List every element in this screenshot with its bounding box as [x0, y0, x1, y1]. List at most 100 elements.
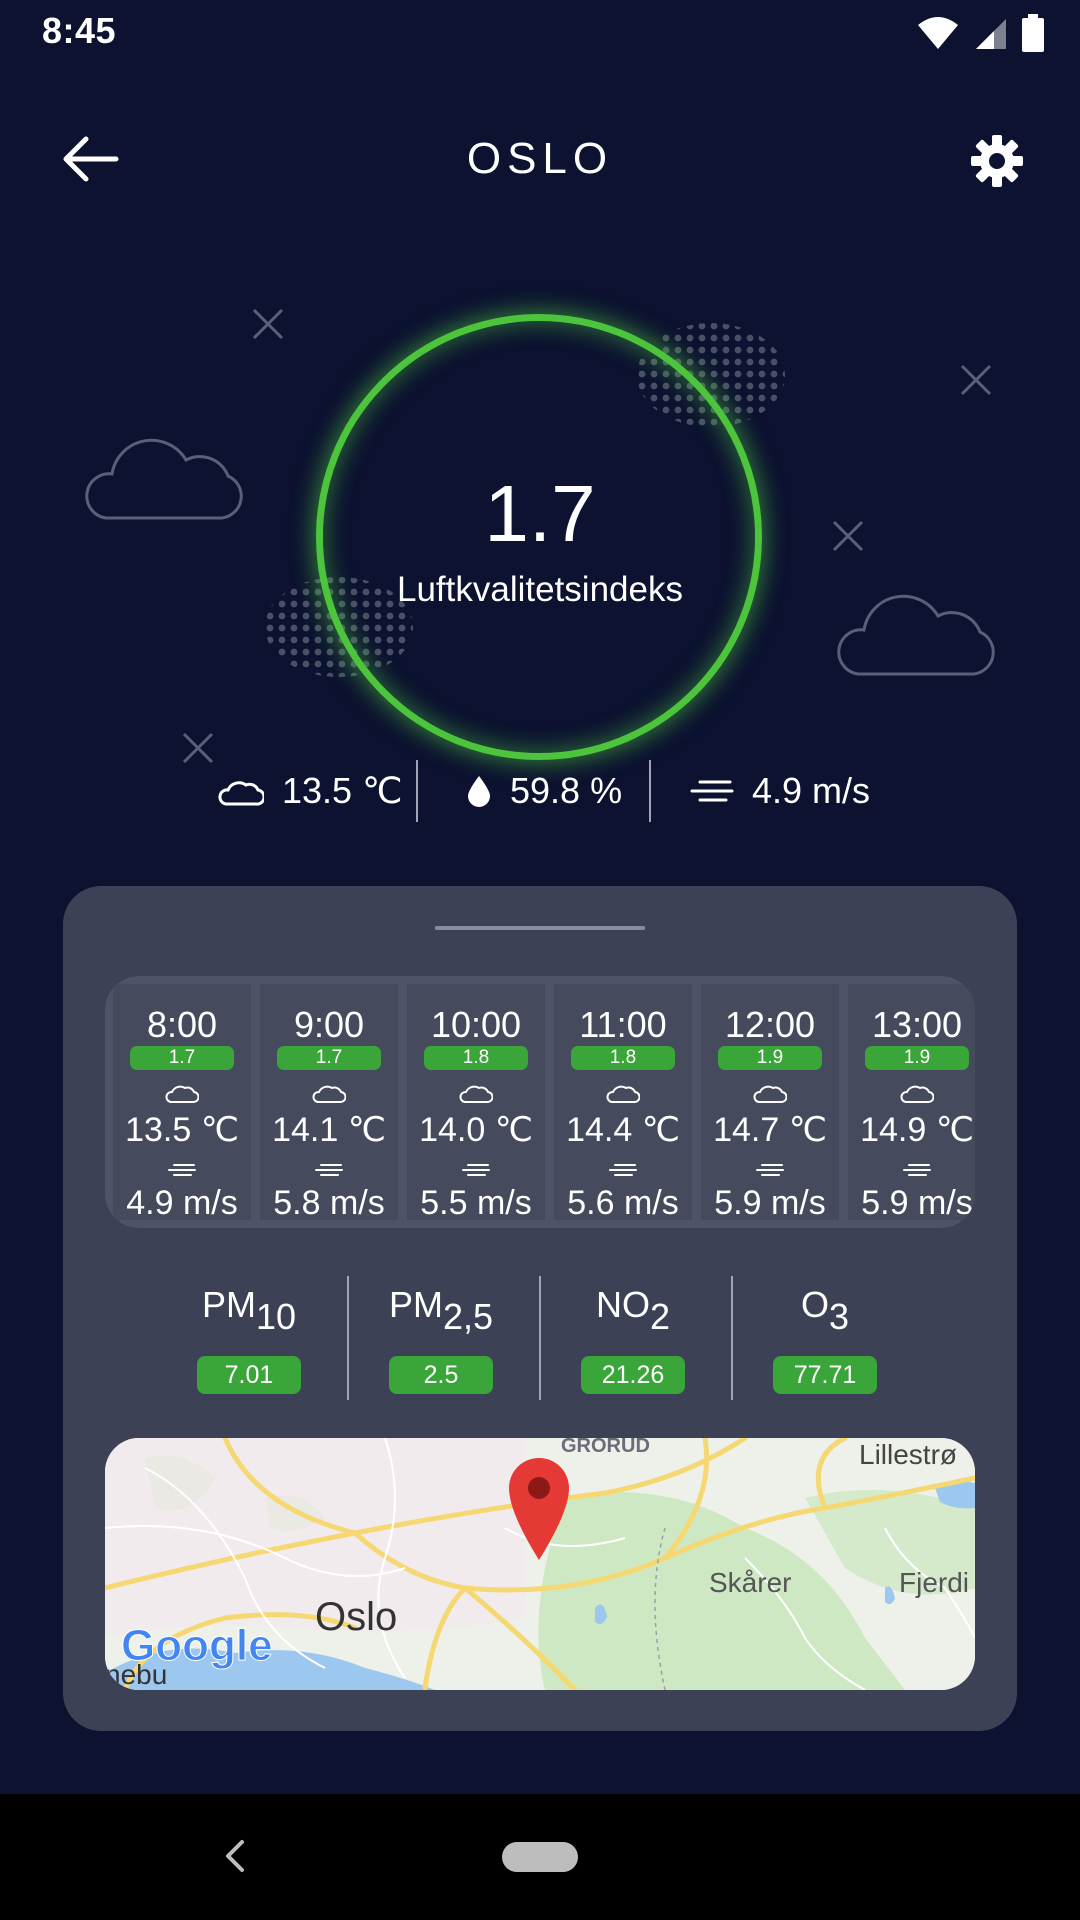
pollutant-symbol: NO — [595, 1284, 650, 1325]
pollutants: PM10 7.01 PM2,5 2.5 NO2 21.26 O3 77.71 — [153, 1268, 933, 1408]
map-canvas: GRORUD Lillestrø Skårer Fjerdi Oslo nebu… — [105, 1438, 975, 1690]
wind-value: 4.9 m/s — [752, 770, 871, 811]
cloud-icon — [312, 1085, 346, 1103]
battery-icon — [1022, 14, 1044, 52]
settings-button[interactable] — [970, 134, 1024, 188]
wifi-icon — [918, 17, 958, 49]
forecast-temp: 14.0 ℃ — [419, 1111, 533, 1149]
hourly-forecast[interactable]: 8:00 1.7 13.5 ℃ 4.9 m/s 9:00 1.7 14.1 ℃ … — [105, 976, 975, 1228]
forecast-wind: 5.6 m/s — [567, 1184, 679, 1222]
wind-icon — [690, 780, 734, 802]
map-label: Lillestrø — [859, 1439, 957, 1470]
humidity-item: 59.8 % — [466, 756, 622, 826]
divider — [649, 760, 651, 822]
status-time: 8:45 — [42, 10, 117, 51]
pollutant-symbol: PM — [201, 1284, 256, 1325]
humidity-value: 59.8 % — [510, 770, 623, 811]
pollutant-subscript: 3 — [828, 1296, 850, 1337]
forecast-wind: 4.9 m/s — [126, 1184, 238, 1222]
drag-handle[interactable] — [435, 926, 645, 930]
forecast-temp: 14.4 ℃ — [566, 1111, 680, 1149]
wind-item: 4.9 m/s — [690, 756, 870, 826]
pollutant-value-badge: 77.71 — [773, 1356, 877, 1394]
forecast-wind: 5.9 m/s — [714, 1184, 826, 1222]
forecast-aqi-badge: 1.7 — [130, 1046, 234, 1070]
pollutant-name: O3 — [729, 1284, 921, 1338]
google-logo: Google — [121, 1621, 273, 1670]
details-panel: 8:00 1.7 13.5 ℃ 4.9 m/s 9:00 1.7 14.1 ℃ … — [63, 886, 1017, 1731]
gear-icon — [971, 135, 1023, 187]
forecast-aqi-badge: 1.9 — [865, 1046, 969, 1070]
cloud-icon — [606, 1085, 640, 1103]
pollutant-subscript: 2,5 — [442, 1296, 494, 1337]
forecast-time: 13:00 — [871, 1004, 963, 1045]
current-weather: 13.5 ℃ 59.8 % 4.9 m/s — [0, 756, 1080, 826]
pollutant-value-badge: 21.26 — [581, 1356, 685, 1394]
pollutant-symbol: O — [800, 1284, 829, 1325]
wind-icon — [462, 1164, 490, 1176]
forecast-wind: 5.5 m/s — [420, 1184, 532, 1222]
app-bar: OSLO — [0, 110, 1080, 210]
forecast-time: 9:00 — [293, 1004, 365, 1045]
status-icons — [916, 14, 1044, 52]
forecast-aqi-badge: 1.8 — [424, 1046, 528, 1070]
forecast-temp: 13.5 ℃ — [125, 1111, 239, 1149]
forecast-time: 10:00 — [430, 1004, 522, 1045]
forecast-hour[interactable]: 11:00 1.8 14.4 ℃ 5.6 m/s — [554, 984, 692, 1222]
wind-icon — [609, 1164, 637, 1176]
forecast-wind: 5.8 m/s — [273, 1184, 385, 1222]
system-nav-bar — [0, 1794, 1080, 1920]
forecast-temp: 14.9 ℃ — [860, 1111, 974, 1149]
page-title: OSLO — [466, 134, 614, 183]
forecast-hour[interactable]: 12:00 1.9 14.7 ℃ 5.9 m/s — [701, 984, 839, 1222]
forecast-aqi-badge: 1.7 — [277, 1046, 381, 1070]
cross-decoration-icon — [960, 364, 992, 396]
nav-back-button[interactable] — [214, 1834, 254, 1878]
pollutant-name: PM10 — [153, 1284, 345, 1338]
pollutant-pm10: PM10 7.01 — [153, 1268, 345, 1408]
pollutant-value-badge: 7.01 — [197, 1356, 301, 1394]
water-drop-icon — [468, 776, 490, 807]
map-label: GRORUD — [561, 1438, 650, 1457]
aqi-value: 1.7 — [484, 469, 596, 558]
forecast-temp: 14.7 ℃ — [713, 1111, 827, 1149]
location-map[interactable]: GRORUD Lillestrø Skårer Fjerdi Oslo nebu… — [105, 1438, 975, 1690]
wind-icon — [315, 1164, 343, 1176]
wind-icon — [903, 1164, 931, 1176]
map-label: Oslo — [315, 1595, 397, 1639]
pollutant-no2: NO2 21.26 — [537, 1268, 729, 1408]
cloud-icon — [218, 781, 264, 806]
cloud-icon — [165, 1085, 199, 1103]
forecast-aqi-badge: 1.9 — [718, 1046, 822, 1070]
pollutant-name: PM2,5 — [345, 1284, 537, 1338]
forecast-time: 11:00 — [579, 1004, 667, 1045]
aqi-label: Luftkvalitetsindeks — [397, 570, 683, 609]
forecast-time: 12:00 — [724, 1004, 816, 1045]
map-label: Fjerdi — [899, 1567, 969, 1598]
forecast-wind: 5.9 m/s — [861, 1184, 973, 1222]
forecast-aqi-badge: 1.8 — [571, 1046, 675, 1070]
pollutant-pm25: PM2,5 2.5 — [345, 1268, 537, 1408]
forecast-temp: 14.1 ℃ — [272, 1111, 386, 1149]
forecast-hour[interactable]: 10:00 1.8 14.0 ℃ 5.5 m/s — [407, 984, 545, 1222]
forecast-time: 8:00 — [146, 1004, 218, 1045]
status-bar: 8:45 — [0, 0, 1080, 62]
pollutant-value-badge: 2.5 — [389, 1356, 493, 1394]
aqi-hero: 1.7 Luftkvalitetsindeks — [0, 240, 1080, 800]
pollutant-name: NO2 — [537, 1284, 729, 1338]
cloud-icon — [753, 1085, 787, 1103]
pollutant-subscript: 2 — [649, 1296, 671, 1337]
pollutant-symbol: PM — [388, 1284, 443, 1325]
cloud-icon — [459, 1085, 493, 1103]
forecast-hour[interactable]: 13:00 1.9 14.9 ℃ 5.9 m/s — [848, 984, 975, 1222]
chevron-left-icon — [226, 1840, 244, 1872]
forecast-hour[interactable]: 9:00 1.7 14.1 ℃ 5.8 m/s — [260, 984, 398, 1222]
cross-decoration-icon — [252, 308, 284, 340]
temperature-value: 13.5 ℃ — [282, 770, 403, 811]
forecast-hour[interactable]: 8:00 1.7 13.5 ℃ 4.9 m/s — [113, 984, 251, 1222]
wind-icon — [168, 1164, 196, 1176]
wind-icon — [756, 1164, 784, 1176]
cloud-icon — [900, 1085, 934, 1103]
temperature-item: 13.5 ℃ — [218, 756, 403, 826]
nav-home-button[interactable] — [502, 1842, 578, 1872]
